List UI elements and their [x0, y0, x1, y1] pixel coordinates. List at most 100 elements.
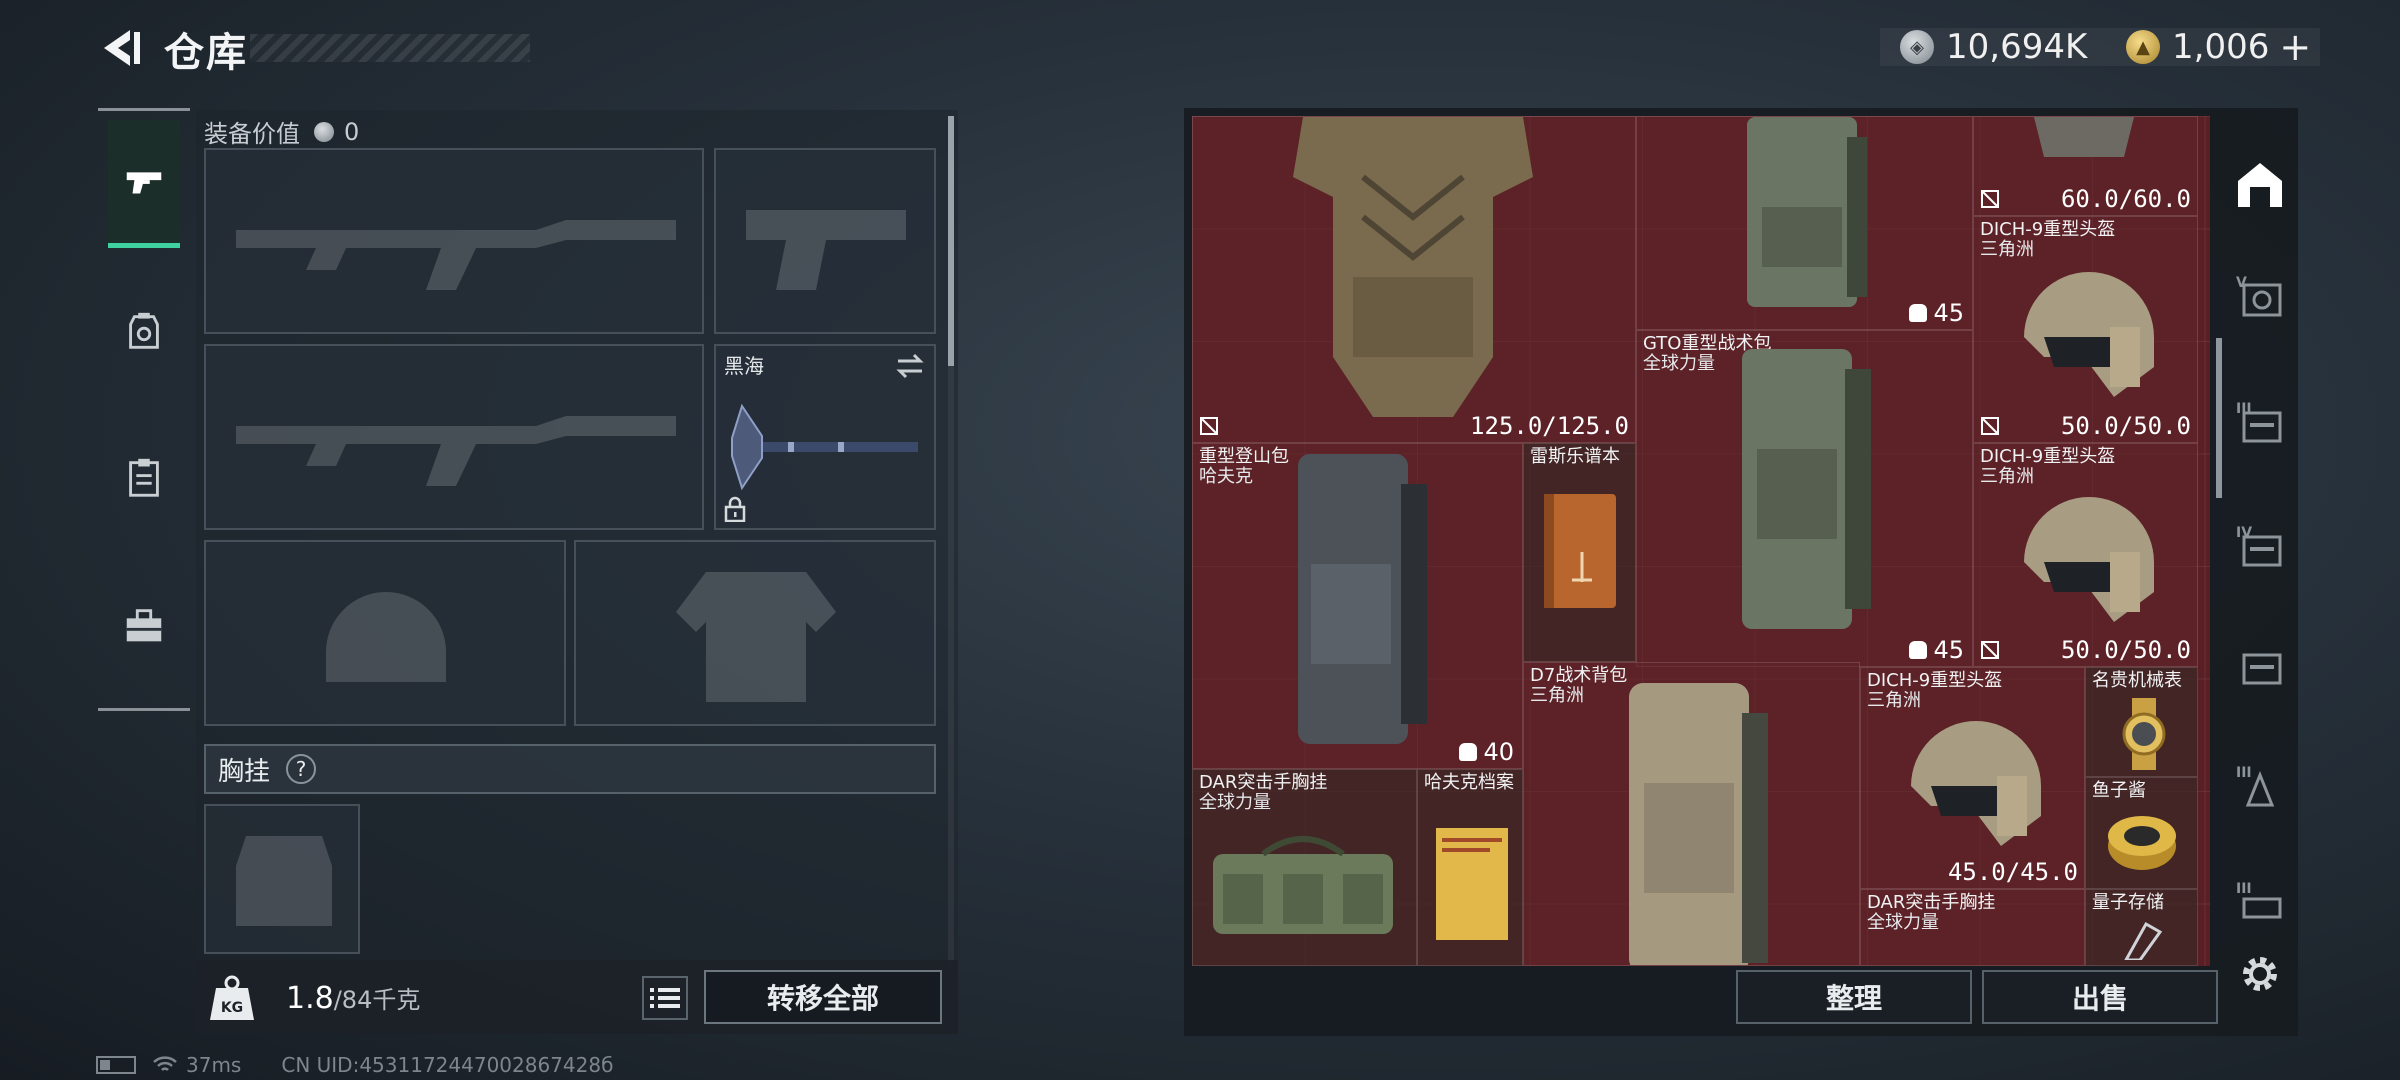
notebook-art-icon — [1544, 494, 1616, 608]
item-name: 雷斯乐谱本 — [1530, 446, 1620, 467]
item-name: 量子存储 — [2092, 892, 2164, 913]
helmet-slot[interactable] — [204, 540, 566, 726]
body-armor-art-icon — [1293, 117, 1533, 417]
stash-item-d7-backpack[interactable]: D7战术背包 三角洲 — [1523, 662, 1860, 966]
item-durability: 60.0/60.0 — [2060, 185, 2191, 213]
stash-tab-iii[interactable]: III — [2230, 388, 2290, 458]
stash-item-body-armor[interactable]: 125.0/125.0 — [1192, 116, 1636, 443]
helmet-art-icon — [2024, 497, 2154, 622]
stash-item-chest-rig[interactable]: DAR突击手胸挂 全球力量 — [1860, 889, 2085, 966]
item-name: 鱼子酱 — [2092, 780, 2146, 801]
stash-grid[interactable]: 125.0/125.0 45 60.0/60.0 DICH-9重型头盔 三角洲 — [1192, 116, 2210, 966]
stash-tab-folder[interactable] — [2230, 630, 2290, 700]
chest-rig-section-header: 胸挂 ? — [204, 744, 936, 794]
primary-weapon-slot[interactable] — [204, 148, 704, 334]
pistol-icon — [126, 171, 162, 193]
no-drop-icon — [1981, 190, 1999, 208]
item-durability: 125.0/125.0 — [1470, 412, 1629, 440]
stash-item-helmet[interactable]: DICH-9重型头盔 三角洲 45.0/45.0 — [1860, 667, 2085, 889]
item-capacity: 45 — [1909, 299, 1964, 327]
stash-item-helmet[interactable]: DICH-9重型头盔 三角洲 50.0/50.0 — [1973, 216, 2198, 443]
equipment-scrollbar[interactable] — [948, 116, 954, 966]
home-stash-icon — [2238, 163, 2282, 207]
page-title: 仓库 — [164, 30, 248, 76]
item-durability: 50.0/50.0 — [2060, 412, 2191, 440]
item-name: 重型登山包 — [1199, 446, 1289, 467]
rail-divider-top — [98, 108, 190, 111]
item-name: D7战术背包 — [1530, 665, 1628, 686]
item-name: DICH-9重型头盔 — [1980, 219, 2116, 240]
chest-rig-slot[interactable] — [204, 804, 360, 954]
helmet-art-icon — [2034, 117, 2134, 157]
pistol-silhouette-icon — [746, 210, 906, 290]
no-drop-icon — [1981, 417, 1999, 435]
toolbox-icon — [126, 609, 162, 642]
no-drop-icon — [1981, 641, 1999, 659]
helmet-art-icon — [2024, 272, 2154, 397]
transfer-all-button[interactable]: 转移全部 — [704, 970, 942, 1024]
svg-text:KG: KG — [221, 1000, 243, 1016]
armor-silhouette-icon — [676, 572, 836, 702]
status-strip: 37ms CN UID:4531172447002867428б — [96, 1052, 613, 1078]
carry-weight: 1.8/84千克 — [286, 980, 420, 1016]
rail-item-containers[interactable] — [108, 414, 180, 542]
stash-tab-iv[interactable]: IV — [2230, 512, 2290, 582]
no-drop-icon — [1200, 417, 1218, 435]
item-name: 哈夫克档案 — [1424, 772, 1514, 793]
helmet-armor-icon — [129, 312, 159, 349]
add-currency-button[interactable]: + — [2279, 25, 2311, 69]
helmet-silhouette-icon — [326, 592, 446, 682]
item-durability: 45.0/45.0 — [1947, 858, 2078, 886]
capacity-bag-icon — [1909, 641, 1928, 659]
help-icon[interactable]: ? — [286, 754, 317, 784]
rail-item-armor[interactable] — [108, 268, 180, 396]
svg-text:IV: IV — [2236, 525, 2252, 541]
rail-item-tools[interactable] — [108, 562, 180, 690]
gold-amount: 1,006 — [2172, 27, 2270, 67]
chest-rig-silhouette-icon — [236, 836, 332, 926]
sell-button[interactable]: 出售 — [1982, 970, 2218, 1024]
item-faction: 哈夫克 — [1199, 466, 1253, 487]
body-armor-slot[interactable] — [574, 540, 936, 726]
back-button[interactable] — [96, 24, 144, 72]
stash-item-helmet-top[interactable]: 60.0/60.0 — [1973, 116, 2198, 216]
stash-item-mountain-pack[interactable]: 重型登山包 哈夫克 40 — [1192, 443, 1523, 769]
secondary-weapon-slot[interactable] — [204, 344, 704, 530]
melee-slot[interactable]: 黑海 — [714, 344, 936, 530]
stash-tab-v[interactable]: V — [2230, 262, 2290, 332]
stash-item-backpack-top[interactable]: 45 — [1636, 116, 1973, 330]
settings-gear-icon[interactable] — [2236, 950, 2284, 998]
stash-item-tactical-pack[interactable]: GTO重型战术包 全球力量 45 — [1636, 330, 1973, 667]
silver-amount: 10,694K — [1946, 27, 2088, 67]
capacity-bag-icon — [1459, 743, 1478, 761]
svg-text:III: III — [2236, 765, 2252, 781]
item-faction: 全球力量 — [1643, 353, 1715, 374]
stash-item-luxury-watch[interactable]: 名贵机械表 — [2085, 667, 2198, 777]
stash-tab-iii-c[interactable]: III — [2230, 868, 2290, 938]
stash-scrollbar[interactable] — [2216, 338, 2222, 498]
silver-currency: ◈ 10,694K — [1900, 22, 2087, 72]
rail-item-weapons[interactable] — [108, 120, 180, 248]
svg-text:III: III — [2236, 401, 2252, 417]
item-capacity: 40 — [1459, 738, 1514, 766]
gold-currency[interactable]: ▲ 1,006 + — [2126, 22, 2311, 72]
equipment-scroll-thumb[interactable] — [948, 116, 954, 366]
stash-item-music-score[interactable]: 雷斯乐谱本 — [1523, 443, 1636, 662]
list-view-button[interactable] — [642, 976, 688, 1020]
stash-item-caviar[interactable]: 鱼子酱 — [2085, 777, 2198, 889]
stash-tab-iii-b[interactable]: III — [2230, 752, 2290, 822]
capacity-bag-icon — [1909, 304, 1928, 322]
stash-item-helmet[interactable]: DICH-9重型头盔 三角洲 50.0/50.0 — [1973, 443, 2198, 667]
stash-tab-home[interactable] — [2230, 150, 2290, 220]
item-name: DAR突击手胸挂 — [1199, 772, 1328, 793]
caviar-tin-icon — [2108, 816, 2176, 870]
backpack-art-icon — [1629, 683, 1768, 965]
rifle-silhouette-icon — [236, 416, 676, 486]
battery-icon — [96, 1056, 136, 1074]
swap-icon[interactable] — [894, 352, 926, 380]
sidearm-slot[interactable] — [714, 148, 936, 334]
sort-button[interactable]: 整理 — [1736, 970, 1972, 1024]
stash-item-chest-rig[interactable]: DAR突击手胸挂 全球力量 — [1192, 769, 1417, 966]
stash-item-haavk-file[interactable]: 哈夫克档案 — [1417, 769, 1523, 966]
stash-item-quantum-storage[interactable]: 量子存储 — [2085, 889, 2198, 966]
